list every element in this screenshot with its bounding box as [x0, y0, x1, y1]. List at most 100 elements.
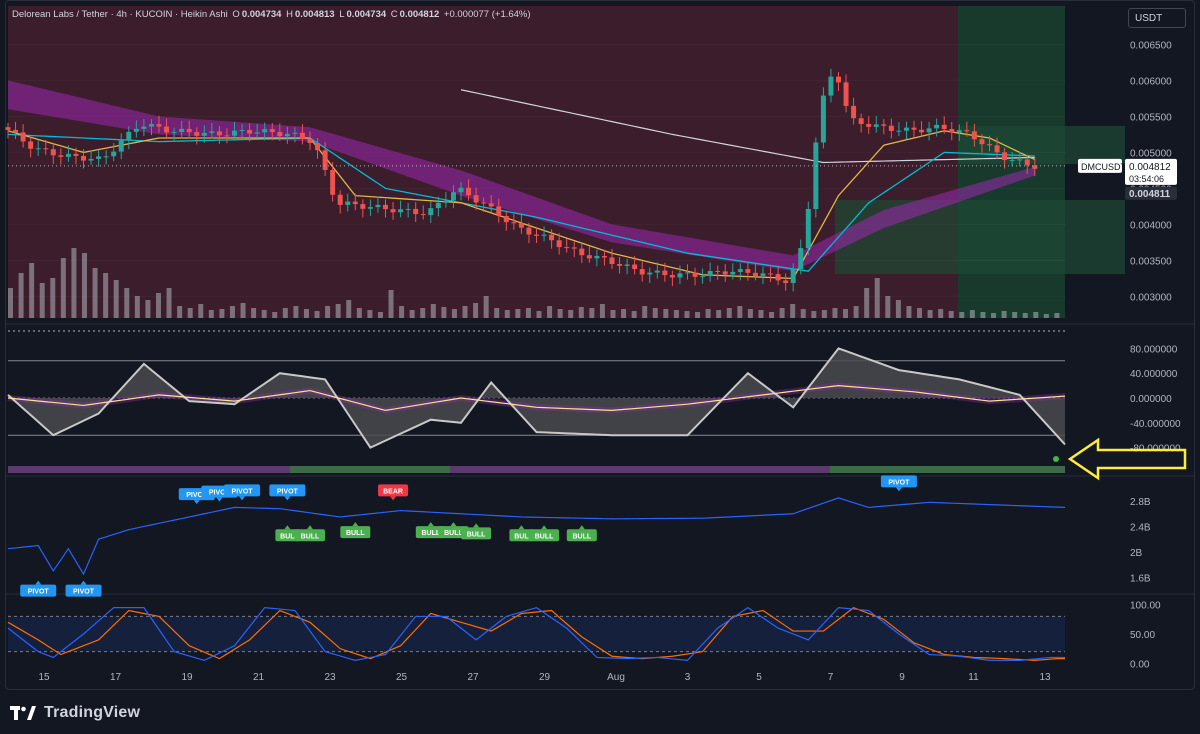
candle-body: [571, 247, 577, 249]
legend-high-label: H: [286, 9, 293, 20]
chart-canvas[interactable]: 0.0065000.0060000.0055000.0050000.004500…: [0, 0, 1200, 734]
volume-bar: [917, 308, 923, 318]
signal-label-text: BUL: [280, 533, 295, 540]
volume-bar: [399, 306, 405, 318]
candle-body: [133, 128, 139, 132]
candle-body: [73, 153, 79, 156]
time-axis-tick: 29: [539, 672, 551, 683]
volume-bar: [325, 306, 331, 318]
volume-bar: [134, 296, 140, 318]
signal-label-pointer: [80, 580, 87, 585]
candle-body: [752, 272, 758, 276]
quote-currency-button[interactable]: USDT: [1128, 8, 1186, 28]
volume-bar: [536, 311, 542, 318]
volume-bar: [1054, 313, 1060, 318]
signal-label-pointer: [541, 525, 548, 530]
price-axis-tick: 0.004000: [1130, 220, 1172, 231]
volume-bar: [864, 288, 870, 318]
volume-bar: [673, 310, 679, 318]
footer: TradingView: [10, 700, 140, 726]
price-axis-tick: 0.006500: [1130, 40, 1172, 51]
volume-bar: [621, 309, 627, 318]
time-axis-tick: 3: [685, 672, 691, 683]
volume-bar: [1001, 311, 1007, 318]
volume-bar: [853, 306, 859, 318]
candle-body: [458, 187, 464, 193]
volume-bar: [515, 309, 521, 318]
legend-title[interactable]: Delorean Labs / Tether · 4h · KUCOIN · H…: [12, 9, 228, 20]
candle-body: [262, 129, 268, 133]
candle-body: [685, 272, 690, 274]
candle-body: [503, 215, 509, 223]
candle-body: [398, 209, 404, 213]
signal-label-pointer: [895, 487, 902, 492]
candle-body: [269, 129, 275, 133]
volume-bar: [177, 306, 183, 318]
candle-body: [813, 142, 819, 210]
oscillator-state-segment: [290, 466, 450, 473]
legend-low-label: L: [339, 9, 345, 20]
candle-body: [586, 255, 592, 259]
volume-bar: [821, 310, 827, 318]
candle-body: [201, 132, 207, 136]
volume-bar: [504, 310, 510, 318]
signal-label-text: BULL: [572, 533, 591, 540]
candle-body: [775, 274, 781, 281]
tradingview-brand: TradingView: [44, 704, 141, 721]
volume-bar: [1022, 313, 1028, 318]
volume-bar: [843, 309, 849, 318]
candle-body: [601, 255, 607, 258]
candle-body: [337, 194, 343, 205]
signal-label-pointer: [284, 525, 291, 530]
candle-body: [126, 131, 132, 141]
candle-body: [488, 203, 494, 207]
price-axis-tick: 0.006000: [1130, 76, 1172, 87]
candle-body: [677, 273, 683, 278]
signal-label-pointer: [352, 522, 359, 527]
signal-label-text: BUL: [514, 533, 529, 540]
candle-body: [277, 132, 283, 137]
candle-body: [579, 248, 585, 256]
candle-body: [564, 247, 570, 249]
volume-bar: [430, 304, 436, 318]
time-axis-tick: 15: [38, 672, 50, 683]
volume-bar: [251, 308, 257, 318]
legend-open-value: 0.004734: [241, 9, 282, 20]
candle-body: [662, 270, 668, 276]
time-axis-tick: 27: [467, 672, 479, 683]
signal-label-pointer: [473, 523, 480, 528]
volume-bar: [652, 308, 658, 318]
candle-body: [330, 170, 336, 195]
candle-body: [700, 276, 706, 278]
volume-bar: [367, 310, 373, 318]
candle-body: [903, 127, 909, 131]
candle-body: [911, 127, 917, 130]
candle-body: [481, 202, 487, 204]
candle-body: [466, 187, 472, 196]
volume-bar: [663, 309, 669, 318]
volume-bar: [18, 273, 24, 318]
volume-bar: [642, 306, 648, 318]
candle-body: [534, 234, 539, 236]
candle-body: [96, 156, 102, 159]
legend-open-label: O: [232, 9, 240, 20]
candle-body: [28, 141, 34, 149]
signal-label-text: BULL: [301, 533, 320, 540]
candle-body: [232, 130, 237, 136]
signal-label-text: PIVOT: [232, 488, 254, 495]
candle-body: [790, 268, 796, 284]
time-axis-tick: 7: [828, 672, 834, 683]
candle-body: [843, 82, 849, 106]
volume-bar: [50, 278, 56, 318]
candle-body: [730, 271, 736, 275]
candle-body: [934, 124, 940, 129]
volume-bar: [716, 310, 722, 318]
signal-label-text: BULL: [444, 530, 463, 537]
candle-body: [103, 156, 109, 158]
volume-bar: [441, 307, 447, 318]
volume-bar: [166, 288, 172, 318]
price-axis-tick: 0.005500: [1130, 112, 1172, 123]
signal-label-pointer: [307, 525, 313, 530]
volume-bar: [145, 300, 151, 318]
volume-bar: [261, 310, 267, 318]
